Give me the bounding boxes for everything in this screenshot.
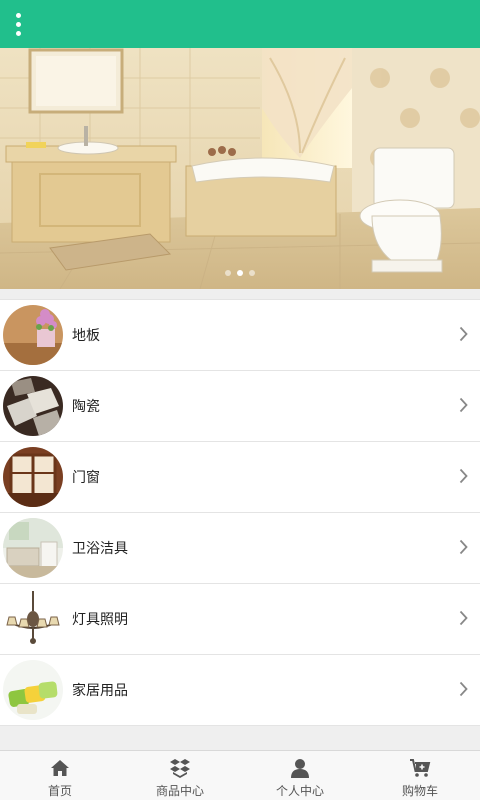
menu-dot	[15, 12, 21, 18]
category-label: 地板	[72, 328, 100, 344]
category-item-ceramics[interactable]: 陶瓷	[0, 371, 480, 442]
more-vertical-icon[interactable]	[6, 6, 30, 42]
category-label: 陶瓷	[72, 399, 100, 415]
tab-profile[interactable]: 个人中心	[240, 751, 360, 800]
tiles-thumbnail	[3, 376, 63, 436]
chevron-right-icon	[459, 610, 468, 626]
window-thumbnail	[3, 447, 63, 507]
category-label: 门窗	[72, 470, 100, 486]
flower-pot-thumbnail	[3, 305, 63, 365]
carousel-indicators	[0, 270, 480, 276]
chevron-right-icon	[459, 539, 468, 555]
banner-image	[0, 48, 480, 289]
chevron-right-icon	[459, 326, 468, 342]
tab-home[interactable]: 首页	[0, 751, 120, 800]
banner-carousel[interactable]	[0, 48, 480, 289]
chevron-right-icon	[459, 681, 468, 697]
home-icon	[51, 760, 69, 776]
cart-icon	[410, 759, 431, 777]
tab-cart[interactable]: 购物车	[360, 751, 480, 800]
bathroom-thumbnail	[3, 518, 63, 578]
carousel-dot[interactable]	[249, 270, 255, 276]
tab-label: 购物车	[401, 784, 438, 798]
bottom-tab-bar: 首页 商品中心 个人中心 购物车	[0, 750, 480, 800]
tab-products[interactable]: 商品中心	[120, 751, 240, 800]
tab-label: 首页	[47, 784, 72, 798]
category-item-flooring[interactable]: 地板	[0, 300, 480, 371]
box-icon	[170, 759, 190, 778]
tab-label: 商品中心	[155, 784, 204, 798]
category-item-sanitary-ware[interactable]: 卫浴洁具	[0, 513, 480, 584]
chevron-right-icon	[459, 397, 468, 413]
category-list: 地板 陶瓷 门窗 卫浴洁具 灯具照明 家居用品	[0, 299, 480, 726]
category-label: 灯具照明	[72, 612, 128, 628]
category-item-home-goods[interactable]: 家居用品	[0, 655, 480, 726]
tab-label: 个人中心	[275, 784, 324, 798]
menu-dot	[15, 30, 21, 36]
chevron-right-icon	[459, 468, 468, 484]
user-icon	[291, 759, 309, 778]
category-item-doors-windows[interactable]: 门窗	[0, 442, 480, 513]
carousel-dot-active[interactable]	[237, 270, 243, 276]
top-bar	[0, 0, 480, 48]
category-label: 卫浴洁具	[72, 541, 128, 557]
sponges-thumbnail	[3, 660, 63, 720]
category-item-lighting[interactable]: 灯具照明	[0, 584, 480, 655]
menu-dot	[15, 21, 21, 27]
carousel-dot[interactable]	[225, 270, 231, 276]
chandelier-thumbnail	[3, 589, 63, 649]
category-label: 家居用品	[72, 683, 128, 699]
